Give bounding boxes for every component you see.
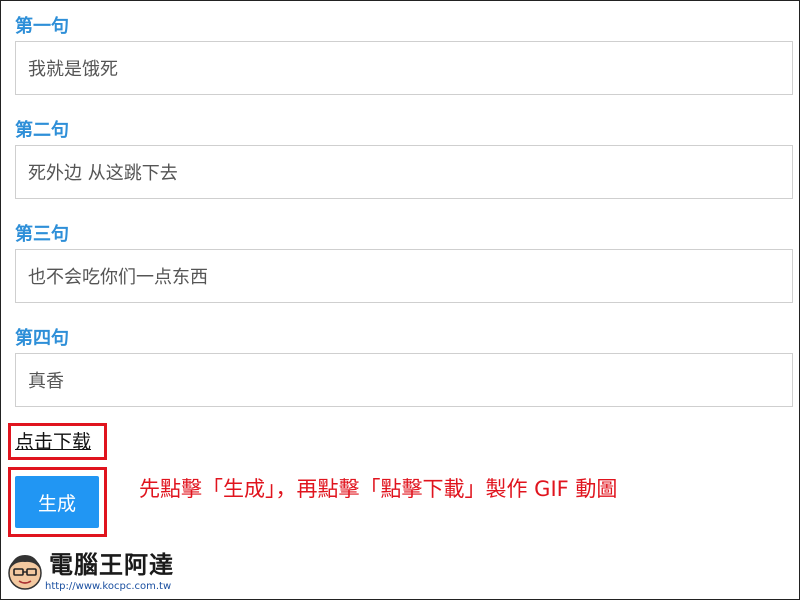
- mascot-face-icon: [8, 555, 42, 590]
- watermark-logo: 電腦王阿達 http://www.kocpc.com.tw: [5, 549, 195, 597]
- sentence-input-4[interactable]: [15, 353, 793, 407]
- download-link[interactable]: 点击下载: [15, 430, 91, 454]
- field-label-2: 第二句: [15, 120, 69, 141]
- field-label-3: 第三句: [15, 224, 69, 245]
- sentence-input-2[interactable]: [15, 145, 793, 199]
- generate-button[interactable]: 生成: [15, 476, 99, 528]
- instruction-annotation: 先點擊「生成」，再點擊「點擊下載」製作 GIF 動圖: [139, 477, 618, 501]
- sentence-input-3[interactable]: [15, 249, 793, 303]
- watermark-title: 電腦王阿達: [49, 551, 174, 579]
- sentence-input-1[interactable]: [15, 41, 793, 95]
- watermark-url: http://www.kocpc.com.tw: [45, 581, 172, 592]
- field-label-1: 第一句: [15, 16, 69, 37]
- field-label-4: 第四句: [15, 328, 69, 349]
